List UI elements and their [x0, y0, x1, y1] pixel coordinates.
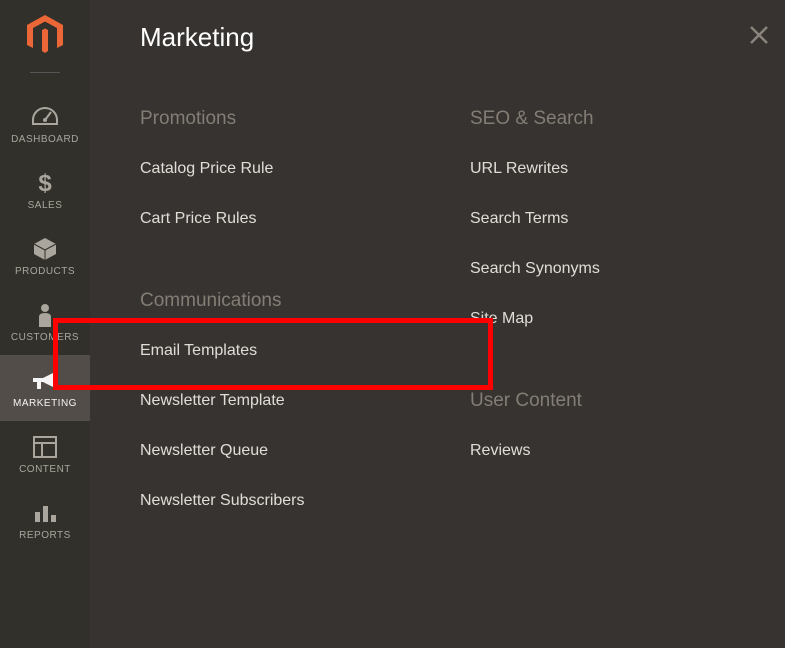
link-site-map[interactable]: Site Map: [470, 310, 785, 360]
person-icon: [36, 302, 54, 328]
group-user-content: User Content Reviews: [470, 390, 785, 492]
link-reviews[interactable]: Reviews: [470, 442, 785, 492]
group-title: Communications: [140, 290, 470, 312]
highlighted-link-wrap: Email Templates: [140, 342, 470, 392]
admin-sidebar: DASHBOARD $ SALES PRODUCTS CUSTOMERS: [0, 0, 90, 648]
close-button[interactable]: [748, 24, 770, 51]
link-newsletter-queue[interactable]: Newsletter Queue: [140, 442, 470, 492]
panel-column-left: Promotions Catalog Price Rule Cart Price…: [140, 108, 470, 572]
megaphone-icon: [31, 368, 59, 394]
bar-chart-icon: [33, 500, 57, 526]
group-seo-search: SEO & Search URL Rewrites Search Terms S…: [470, 108, 785, 360]
sidebar-item-products[interactable]: PRODUCTS: [0, 223, 90, 289]
group-title: SEO & Search: [470, 108, 785, 130]
sidebar-item-label: CONTENT: [19, 464, 71, 475]
link-search-terms[interactable]: Search Terms: [470, 210, 785, 260]
link-search-synonyms[interactable]: Search Synonyms: [470, 260, 785, 310]
sidebar-item-content[interactable]: CONTENT: [0, 421, 90, 487]
close-icon: [748, 24, 770, 46]
sidebar-item-label: DASHBOARD: [11, 134, 79, 145]
box-icon: [32, 236, 58, 262]
sidebar-item-label: SALES: [28, 200, 63, 211]
group-title: User Content: [470, 390, 785, 412]
sidebar-item-marketing[interactable]: MARKETING: [0, 355, 90, 421]
sidebar-item-sales[interactable]: $ SALES: [0, 157, 90, 223]
sidebar-item-label: PRODUCTS: [15, 266, 75, 277]
link-catalog-price-rule[interactable]: Catalog Price Rule: [140, 160, 470, 210]
group-promotions: Promotions Catalog Price Rule Cart Price…: [140, 108, 470, 260]
sidebar-item-label: MARKETING: [13, 398, 77, 409]
magento-logo-icon[interactable]: [27, 15, 63, 60]
layout-icon: [33, 434, 57, 460]
panel-title: Marketing: [140, 22, 254, 53]
link-newsletter-template[interactable]: Newsletter Template: [140, 392, 470, 442]
sidebar-item-dashboard[interactable]: DASHBOARD: [0, 91, 90, 157]
group-title: Promotions: [140, 108, 470, 130]
link-cart-price-rules[interactable]: Cart Price Rules: [140, 210, 470, 260]
sidebar-item-label: REPORTS: [19, 530, 71, 541]
svg-text:$: $: [38, 170, 52, 196]
sidebar-divider: [30, 72, 60, 73]
panel-header: Marketing: [90, 22, 785, 53]
sidebar-item-reports[interactable]: REPORTS: [0, 487, 90, 553]
link-newsletter-subscribers[interactable]: Newsletter Subscribers: [140, 492, 470, 542]
dashboard-icon: [31, 104, 59, 130]
link-url-rewrites[interactable]: URL Rewrites: [470, 160, 785, 210]
group-communications: Communications Email Templates Newslette…: [140, 290, 470, 542]
dollar-icon: $: [36, 170, 54, 196]
panel-column-right: SEO & Search URL Rewrites Search Terms S…: [470, 108, 785, 572]
sidebar-item-customers[interactable]: CUSTOMERS: [0, 289, 90, 355]
marketing-flyout-panel: Marketing Promotions Catalog Price Rule …: [90, 0, 785, 648]
sidebar-item-label: CUSTOMERS: [11, 332, 79, 343]
panel-body: Promotions Catalog Price Rule Cart Price…: [90, 108, 785, 572]
link-email-templates[interactable]: Email Templates: [140, 342, 470, 392]
